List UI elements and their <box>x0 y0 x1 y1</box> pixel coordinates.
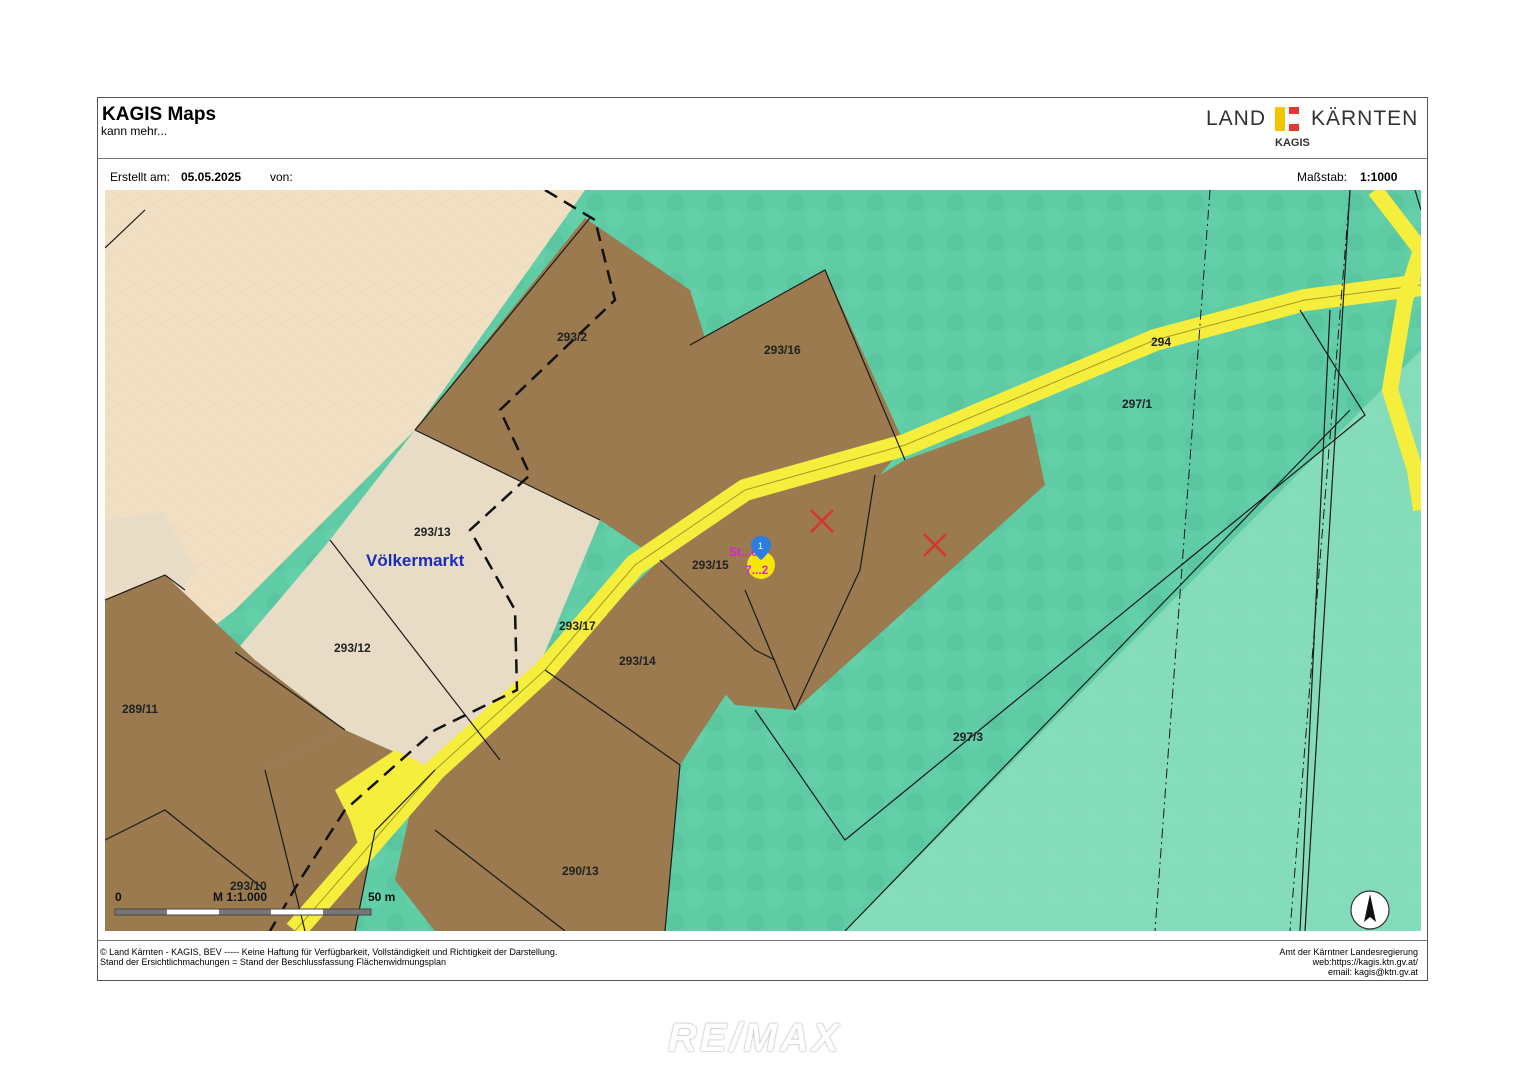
parcel-label: 293/16 <box>764 343 801 357</box>
north-arrow-icon <box>1350 890 1390 930</box>
parcel-label: 293/12 <box>334 641 371 655</box>
parcel-label: 297/1 <box>1122 397 1152 411</box>
map-canvas[interactable]: St...ob 7...2 1 293/2 293/16 294 297/1 2… <box>105 190 1421 931</box>
created-by-label: von: <box>270 170 293 184</box>
created-label: Erstellt am: <box>110 170 171 184</box>
parcel-label: 293/2 <box>557 330 587 344</box>
app-subtitle: kann mehr... <box>101 124 168 138</box>
parcel-label: 294 <box>1151 335 1171 349</box>
logo-kagis-text: KAGIS <box>1275 137 1310 149</box>
parcel-label: 289/11 <box>122 702 158 716</box>
coat-of-arms-icon <box>1275 107 1300 131</box>
marker-label-line2: 7...2 <box>745 563 769 577</box>
parcel-label: 293/13 <box>414 525 451 539</box>
scale-bar-label: M 1:1.000 <box>213 890 267 904</box>
footer-authority: Amt der Kärntner Landesregierung <box>1279 947 1418 957</box>
parcel-label: 293/14 <box>619 654 656 668</box>
header-divider <box>98 158 1427 159</box>
scale-value: 1:1000 <box>1360 170 1398 184</box>
footer-email-link[interactable]: email: kagis@ktn.gv.at <box>1328 967 1418 977</box>
footer-divider <box>98 940 1427 941</box>
remax-watermark: RE/MAX <box>668 1016 842 1060</box>
parcel-label: 293/15 <box>692 558 729 572</box>
parcel-label: 290/13 <box>562 864 599 878</box>
scale-bar-start: 0 <box>115 890 122 904</box>
map-pin-number: 1 <box>758 541 763 551</box>
footer-copyright: © Land Kärnten - KAGIS, BEV ----- Keine … <box>100 947 558 957</box>
footer-web-link[interactable]: web:https://kagis.ktn.gv.at/ <box>1313 957 1418 967</box>
logo-left-text: LAND <box>1206 107 1267 130</box>
created-date: 05.05.2025 <box>181 170 242 184</box>
parcel-label: 293/17 <box>559 619 596 633</box>
land-kaernten-logo: LAND KÄRNTEN KAGIS <box>1206 105 1419 153</box>
logo-right-text: KÄRNTEN <box>1311 107 1419 130</box>
footer-note: Stand der Ersichtlichmachungen = Stand d… <box>100 957 446 967</box>
parcel-label: 297/3 <box>953 730 983 744</box>
place-name-label: Völkermarkt <box>366 551 465 570</box>
scale-label: Maßstab: <box>1297 170 1348 184</box>
scale-bar-end: 50 m <box>368 890 395 904</box>
app-title: KAGIS Maps <box>102 104 217 125</box>
